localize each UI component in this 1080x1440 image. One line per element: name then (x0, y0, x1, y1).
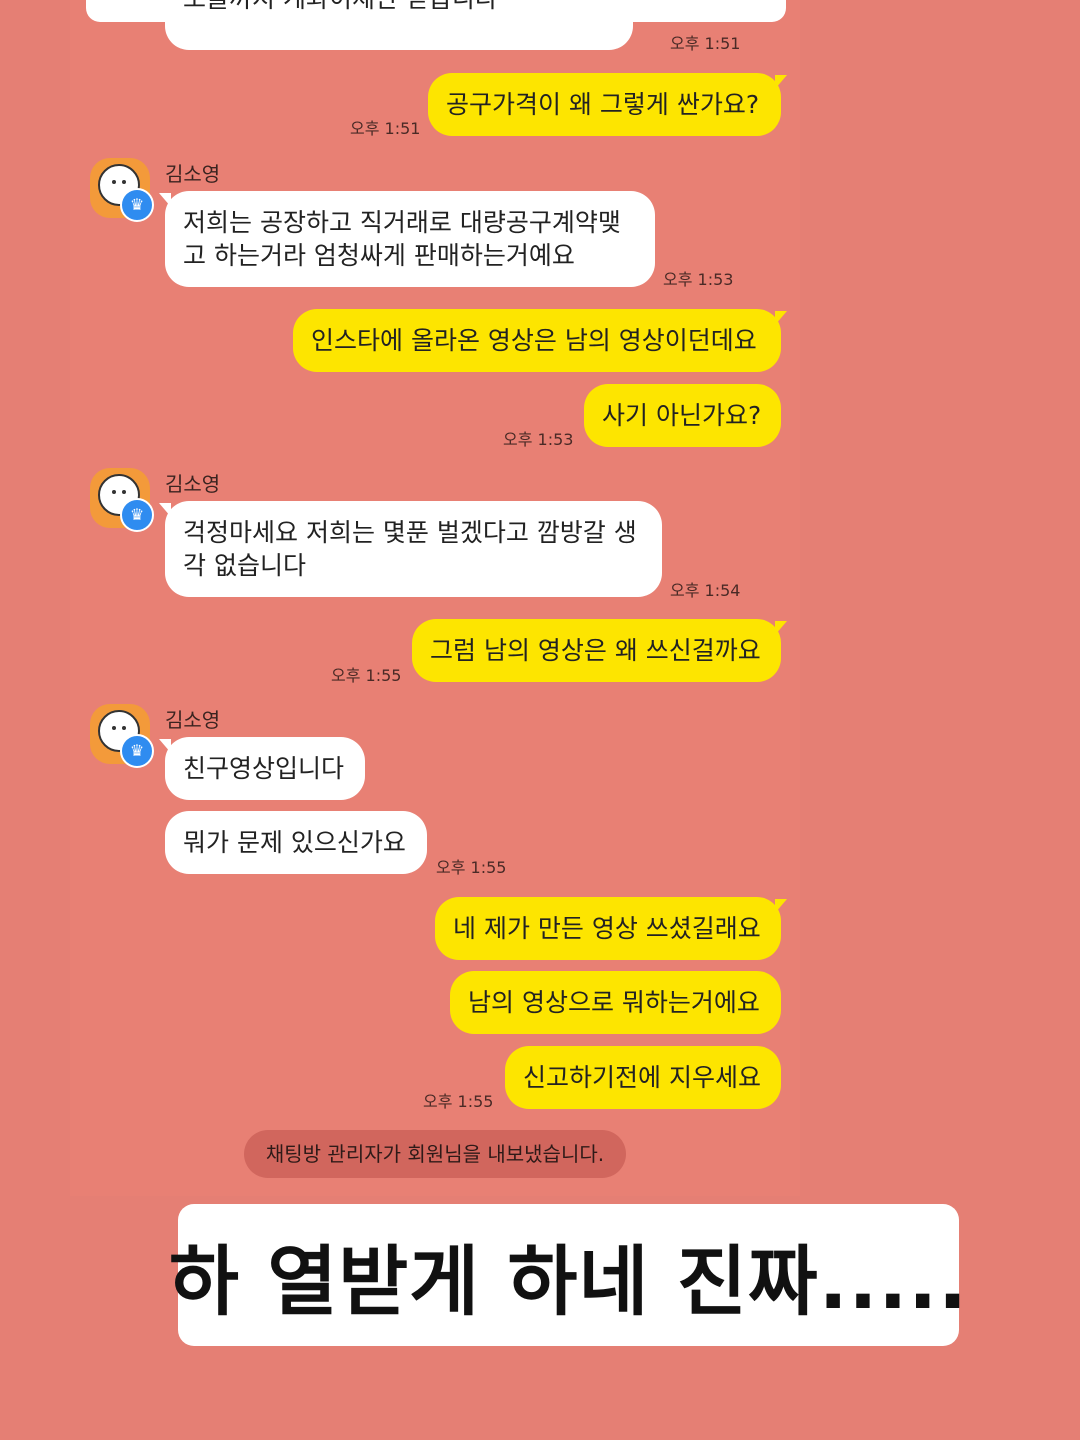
incoming-message-5[interactable]: 걱정마세요 저희는 몇푼 벌겠다고 깜방갈 생각 없습니다 (159, 501, 662, 597)
crown-icon: ♛ (120, 734, 154, 768)
system-notice: 채팅방 관리자가 회원님을 내보냈습니다. (244, 1130, 626, 1178)
message-time: 오후 1:51 (350, 119, 421, 138)
sender-name: 김소영 (165, 708, 221, 732)
message-time: 오후 1:55 (331, 666, 402, 685)
message-time: 오후 1:55 (436, 858, 507, 877)
outgoing-message-9[interactable]: 네 제가 만든 영상 쓰셨길래요 (435, 897, 787, 960)
incoming-message-8[interactable]: 뭐가 문제 있으신가요 (165, 811, 427, 874)
sender-avatar[interactable]: ♛ (90, 468, 154, 532)
caption-text: 하 열받게 하네 진짜..... (168, 1237, 969, 1326)
outgoing-message-6[interactable]: 그럼 남의 영상은 왜 쓰신걸까요 (412, 619, 787, 682)
incoming-message-0[interactable]: 오늘까지 계좌이체만 받습니다 (165, 0, 633, 50)
message-time: 오후 1:55 (423, 1092, 494, 1111)
message-time: 오후 1:51 (670, 34, 741, 53)
crown-icon: ♛ (120, 498, 154, 532)
outgoing-message-4[interactable]: 사기 아닌가요? (584, 384, 781, 447)
sender-name: 김소영 (165, 472, 221, 496)
message-time: 오후 1:53 (663, 270, 734, 289)
outgoing-message-10[interactable]: 남의 영상으로 뭐하는거에요 (450, 971, 781, 1034)
sender-avatar[interactable]: ♛ (90, 158, 154, 222)
sender-name: 김소영 (165, 162, 221, 186)
message-time: 오후 1:53 (503, 430, 574, 449)
outgoing-message-11[interactable]: 신고하기전에 지우세요 (505, 1046, 781, 1109)
incoming-message-2[interactable]: 저희는 공장하고 직거래로 대량공구계약맺고 하는거라 엄청싸게 판매하는거예요 (159, 191, 655, 287)
sender-avatar[interactable]: ♛ (90, 704, 154, 768)
crown-icon: ♛ (120, 188, 154, 222)
incoming-message-7[interactable]: 친구영상입니다 (159, 737, 365, 800)
outgoing-message-1[interactable]: 공구가격이 왜 그렇게 싼가요? (428, 73, 787, 136)
message-time: 오후 1:54 (670, 581, 741, 600)
caption-box: 하 열받게 하네 진짜..... (169, 1204, 967, 1346)
outgoing-message-3[interactable]: 인스타에 올라온 영상은 남의 영상이던데요 (293, 309, 787, 372)
